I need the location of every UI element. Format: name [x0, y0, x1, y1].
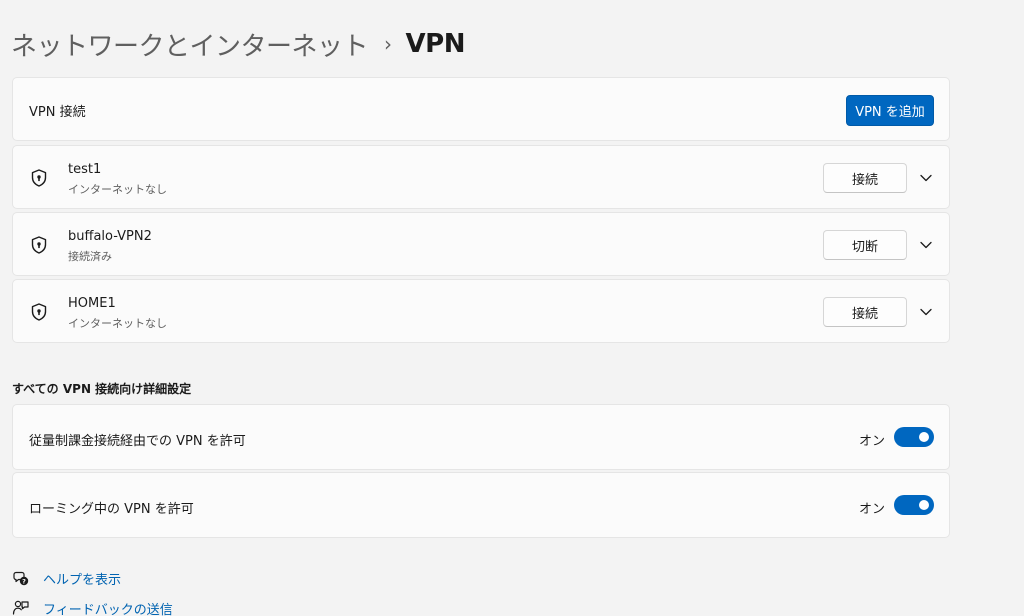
breadcrumb: ネットワークとインターネット › VPN	[11, 26, 465, 62]
vpn-connection-test1[interactable]: test1 インターネットなし 接続	[12, 145, 950, 209]
connection-status: インターネットなし	[68, 183, 167, 196]
setting-metered-vpn: 従量制課金接続経由での VPN を許可 オン	[12, 404, 950, 470]
vpn-connection-buffalo-vpn2[interactable]: buffalo-VPN2 接続済み 切断	[12, 212, 950, 276]
setting-roaming-vpn: ローミング中の VPN を許可 オン	[12, 472, 950, 538]
metered-vpn-toggle[interactable]	[894, 427, 934, 447]
feedback-link-row[interactable]: フィードバックの送信	[12, 598, 173, 616]
help-link-row[interactable]: ? ヘルプを表示	[12, 568, 121, 588]
connection-name: test1	[68, 162, 102, 177]
setting-label: 従量制課金接続経由での VPN を許可	[29, 434, 246, 449]
shield-icon	[31, 236, 47, 254]
chevron-down-icon[interactable]	[919, 239, 933, 251]
page-title: VPN	[405, 29, 466, 59]
vpn-connections-label: VPN 接続	[29, 105, 86, 120]
breadcrumb-separator: ›	[384, 32, 392, 56]
advanced-settings-title: すべての VPN 接続向け詳細設定	[12, 382, 192, 396]
connection-status: 接続済み	[68, 250, 112, 263]
toggle-knob	[919, 432, 929, 442]
feedback-icon	[12, 600, 29, 615]
help-chat-icon: ?	[13, 571, 29, 585]
feedback-link[interactable]: フィードバックの送信	[43, 599, 173, 616]
roaming-vpn-toggle[interactable]	[894, 495, 934, 515]
setting-label: ローミング中の VPN を許可	[29, 502, 194, 517]
connection-name: buffalo-VPN2	[68, 229, 152, 244]
connect-button[interactable]: 接続	[823, 297, 907, 327]
shield-icon	[31, 169, 47, 187]
breadcrumb-network-internet[interactable]: ネットワークとインターネット	[11, 26, 369, 63]
chevron-down-icon[interactable]	[919, 306, 933, 318]
vpn-connection-home1[interactable]: HOME1 インターネットなし 接続	[12, 279, 950, 343]
svg-text:?: ?	[22, 577, 26, 585]
shield-icon	[31, 303, 47, 321]
add-vpn-button[interactable]: VPN を追加	[846, 95, 934, 126]
toggle-state-label: オン	[858, 502, 885, 517]
chevron-down-icon[interactable]	[919, 172, 933, 184]
connection-status: インターネットなし	[68, 317, 167, 330]
vpn-connections-header: VPN 接続 VPN を追加	[12, 77, 950, 141]
vpn-settings-page: ネットワークとインターネット › VPN VPN 接続 VPN を追加 test…	[0, 0, 1024, 616]
connection-name: HOME1	[68, 296, 116, 311]
toggle-knob	[919, 500, 929, 510]
toggle-state-label: オン	[858, 434, 885, 449]
connect-button[interactable]: 接続	[823, 163, 907, 193]
disconnect-button[interactable]: 切断	[823, 230, 907, 260]
help-link[interactable]: ヘルプを表示	[43, 569, 121, 588]
